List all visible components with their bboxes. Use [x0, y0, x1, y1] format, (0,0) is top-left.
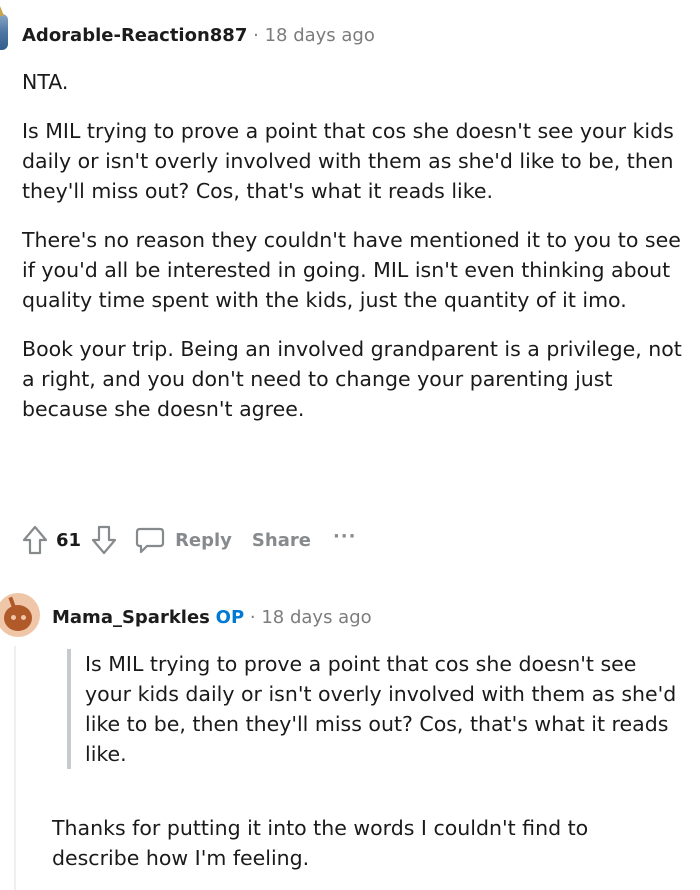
blockquote: Is MIL trying to prove a point that cos …	[67, 649, 687, 769]
thread-line[interactable]	[14, 646, 16, 890]
comment-meta: Mama_Sparkles OP · 18 days ago	[52, 607, 372, 629]
upvote-icon[interactable]	[22, 525, 48, 555]
meta-separator: ·	[249, 607, 256, 628]
avatar[interactable]	[0, 593, 40, 637]
op-badge: OP	[215, 607, 245, 628]
comment-paragraph: NTA.	[22, 70, 69, 94]
avatar-eye	[21, 615, 26, 620]
comment-actions: 61 Reply Share ···	[22, 520, 356, 560]
share-button[interactable]: Share	[252, 530, 311, 551]
author-name[interactable]: Mama_Sparkles	[52, 607, 210, 628]
timestamp[interactable]: 18 days ago	[261, 607, 371, 628]
comment-paragraph: Book your trip. Being an involved grandp…	[22, 337, 682, 421]
reply-label: Reply	[175, 529, 232, 551]
comment-body: Thanks for putting it into the words I c…	[52, 813, 682, 873]
comment-paragraph: Is MIL trying to prove a point that cos …	[22, 119, 674, 203]
author-name[interactable]: Adorable-Reaction887	[22, 25, 247, 46]
meta-separator: ·	[253, 25, 259, 46]
comment-paragraph: There's no reason they couldn't have men…	[22, 228, 681, 312]
comment-body: NTA. Is MIL trying to prove a point that…	[22, 67, 692, 424]
comment-meta: Adorable-Reaction887 · 18 days ago	[22, 25, 375, 47]
comment-bubble-icon	[135, 526, 165, 554]
timestamp[interactable]: 18 days ago	[265, 25, 375, 46]
avatar-face	[4, 605, 32, 631]
comment-paragraph: Thanks for putting it into the words I c…	[52, 816, 589, 870]
reply-button[interactable]: Reply	[135, 526, 232, 554]
more-options-button[interactable]: ···	[333, 526, 357, 547]
avatar[interactable]	[0, 14, 8, 50]
downvote-icon[interactable]	[91, 525, 117, 555]
avatar-eye	[11, 615, 16, 620]
vote-count: 61	[56, 529, 82, 551]
